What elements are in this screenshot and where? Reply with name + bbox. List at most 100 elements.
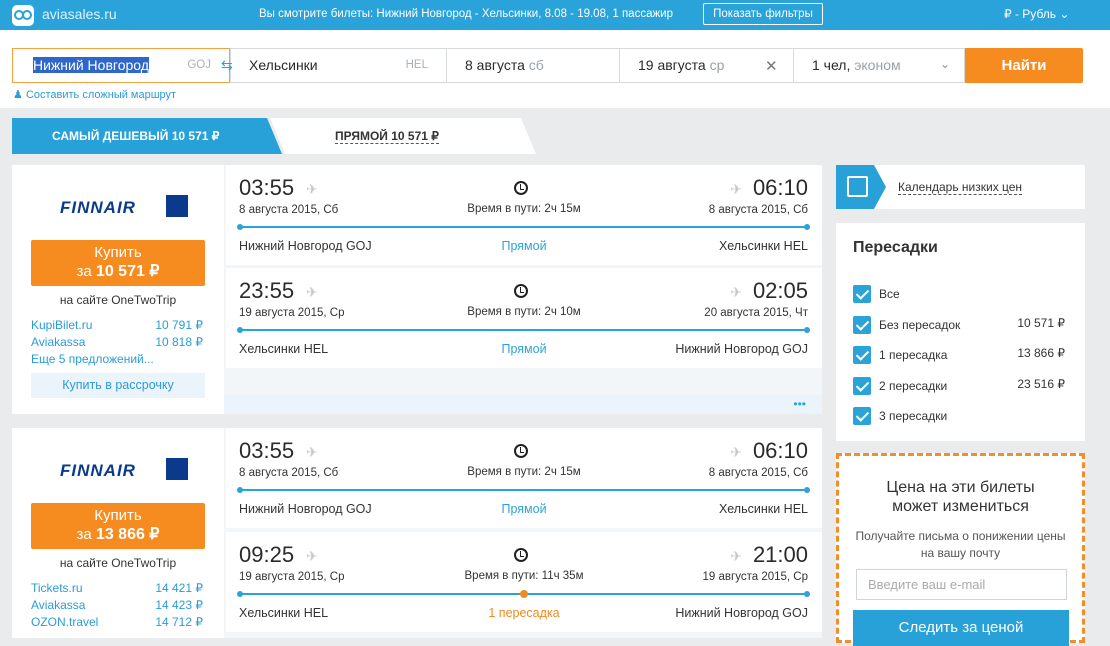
- follow-price-button[interactable]: Следить за ценой: [853, 610, 1069, 646]
- clock-icon: [514, 444, 528, 458]
- clock-icon: [514, 181, 528, 195]
- transfer-checkbox[interactable]: [853, 285, 871, 303]
- plane-landing-icon: ✈: [730, 548, 742, 564]
- transfer-label[interactable]: Все: [879, 287, 900, 301]
- transfer-label[interactable]: 3 пересадки: [879, 409, 947, 423]
- transfers-title: Пересадки: [853, 239, 938, 256]
- buy-button[interactable]: Купить за 13 866 ₽: [31, 503, 205, 549]
- installment-button[interactable]: Купить в рассрочку: [31, 373, 205, 398]
- depart-date-field[interactable]: 8 августа сб: [446, 48, 619, 83]
- transfer-price: 23 516 ₽: [1017, 377, 1065, 391]
- alt-offer[interactable]: KupiBilet.ru 10 791 ₽: [31, 318, 205, 332]
- transfer-checkbox[interactable]: [853, 316, 871, 334]
- flight-segment[interactable]: 03:55 ✈ 8 августа 2015, Сб Время в пути:…: [226, 165, 822, 265]
- person-icon: ♟: [13, 89, 23, 101]
- buy-button[interactable]: Купить за 10 571 ₽: [31, 240, 205, 286]
- plane-landing-icon: ✈: [730, 284, 742, 300]
- alt-offer[interactable]: OZON.travel 14 712 ₽: [31, 615, 205, 629]
- swap-icon[interactable]: ⇆: [221, 58, 237, 72]
- destination-field[interactable]: Хельсинки HEL: [230, 48, 446, 83]
- alt-offer[interactable]: Tickets.ru 14 421 ₽: [31, 581, 205, 595]
- arr-date: 8 августа 2015, Сб: [708, 204, 808, 216]
- to-airport: Нижний Новгород GOJ: [675, 606, 808, 620]
- aviasales-logo-icon[interactable]: [12, 5, 34, 26]
- tab-direct[interactable]: ПРЯМОЙ 10 571 ₽: [270, 118, 536, 154]
- calendar-link[interactable]: Календарь низких цен: [898, 180, 1023, 195]
- currency-label: ₽ - Рубль: [1004, 7, 1057, 21]
- dep-time: 23:55: [239, 278, 295, 303]
- promo-text: Получайте письма о понижении цены на ваш…: [855, 529, 1066, 560]
- alt-offer-name: Aviakassa: [31, 598, 86, 612]
- alt-offer-price: 10 818 ₽: [155, 335, 203, 349]
- arr-date: 20 августа 2015, Чт: [704, 307, 808, 319]
- dep-time: 03:55: [239, 438, 295, 463]
- alt-offer-price: 14 421 ₽: [155, 581, 203, 595]
- search-summary: Вы смотрите билеты: Нижний Новгород - Хе…: [259, 8, 673, 20]
- plane-takeoff-icon: ✈: [306, 181, 318, 197]
- flight-segment[interactable]: 09:25 ✈ 19 августа 2015, Ср Время в пути…: [226, 532, 822, 632]
- transfer-label[interactable]: 2 пересадки: [879, 379, 947, 393]
- email-input[interactable]: Введите ваш e-mail: [856, 569, 1067, 600]
- flight-segment[interactable]: 23:55 ✈ 19 августа 2015, Ср Время в пути…: [226, 268, 822, 368]
- dep-time: 09:25: [239, 542, 295, 567]
- destination-code: HEL: [405, 59, 428, 71]
- chevron-down-icon: ⌄: [1059, 7, 1070, 21]
- route-line: [237, 487, 810, 493]
- transfer-checkbox[interactable]: [853, 407, 871, 425]
- complex-route-link[interactable]: ♟ Составить сложный маршрут: [13, 88, 176, 101]
- clear-return-icon[interactable]: ✕: [765, 57, 778, 75]
- logo-text[interactable]: aviasales.ru: [42, 6, 117, 22]
- tab-direct-label: ПРЯМОЙ 10 571 ₽: [335, 129, 439, 144]
- origin-city: Нижний Новгород: [33, 57, 149, 73]
- buy-label: Купить: [94, 244, 142, 261]
- alt-offer-name: Tickets.ru: [31, 581, 83, 595]
- find-button[interactable]: Найти: [965, 48, 1083, 83]
- low-price-calendar[interactable]: Календарь низких цен: [836, 165, 1085, 209]
- top-bar: aviasales.ru Вы смотрите билеты: Нижний …: [0, 0, 1110, 30]
- alt-offer[interactable]: Aviakassa 10 818 ₽: [31, 335, 205, 349]
- clock-icon: [514, 284, 528, 298]
- flight-segment[interactable]: 03:55 ✈ 8 августа 2015, Сб Время в пути:…: [226, 428, 822, 528]
- chevron-down-icon[interactable]: ⌄: [940, 57, 950, 71]
- alt-offer-price: 10 791 ₽: [155, 318, 203, 332]
- transfer-checkbox[interactable]: [853, 346, 871, 364]
- alt-offer-price: 14 712 ₽: [155, 615, 203, 629]
- buy-price-prefix: за: [76, 263, 92, 280]
- transfer-checkbox[interactable]: [853, 377, 871, 395]
- more-offers-link[interactable]: Еще 5 предложений...: [31, 352, 154, 366]
- transfer-label[interactable]: Без пересадок: [879, 318, 960, 332]
- tab-cheapest[interactable]: САМЫЙ ДЕШЕВЫЙ 10 571 ₽: [12, 118, 282, 154]
- return-date: 19 августа: [638, 57, 706, 73]
- origin-field[interactable]: Нижний Новгород GOJ: [12, 48, 230, 83]
- transfer-dot: [520, 590, 528, 598]
- to-airport: Хельсинки HEL: [718, 239, 808, 253]
- airline-logo: FINNAIR: [60, 461, 136, 480]
- plane-takeoff-icon: ✈: [306, 284, 318, 300]
- price-alert-box: Цена на эти билеты может измениться Полу…: [836, 453, 1085, 646]
- origin-code: GOJ: [187, 59, 211, 71]
- alt-offer[interactable]: Aviakassa 14 423 ₽: [31, 598, 205, 612]
- to-airport: Хельсинки HEL: [718, 502, 808, 516]
- more-dots-icon[interactable]: •••: [793, 397, 806, 411]
- destination-city: Хельсинки: [249, 57, 318, 73]
- transfer-label[interactable]: 1 пересадка: [879, 348, 947, 362]
- return-dow: ср: [709, 57, 725, 73]
- clock-icon: [514, 548, 528, 562]
- route-line: [237, 327, 810, 333]
- seller-site: на сайте OneTwoTrip: [59, 556, 177, 570]
- depart-dow: сб: [528, 57, 544, 73]
- alt-offer-name: Aviakassa: [31, 335, 86, 349]
- arr-date: 8 августа 2015, Сб: [708, 467, 808, 479]
- alt-offer-price: 14 423 ₽: [155, 598, 203, 612]
- alt-offer-name: OZON.travel: [31, 615, 99, 629]
- currency-selector[interactable]: ₽ - Рубль ⌄: [1004, 7, 1069, 21]
- seller-site: на сайте OneTwoTrip: [59, 293, 177, 307]
- to-airport: Нижний Новгород GOJ: [675, 342, 808, 356]
- show-filters-button[interactable]: Показать фильтры: [703, 3, 823, 25]
- airline-flag-icon: [166, 458, 188, 480]
- transfer-price: 10 571 ₽: [1017, 316, 1065, 330]
- arr-time: 06:10: [752, 175, 808, 200]
- plane-landing-icon: ✈: [730, 181, 742, 197]
- promo-title: Цена на эти билеты может измениться: [886, 479, 1035, 515]
- arr-time: 02:05: [752, 278, 808, 303]
